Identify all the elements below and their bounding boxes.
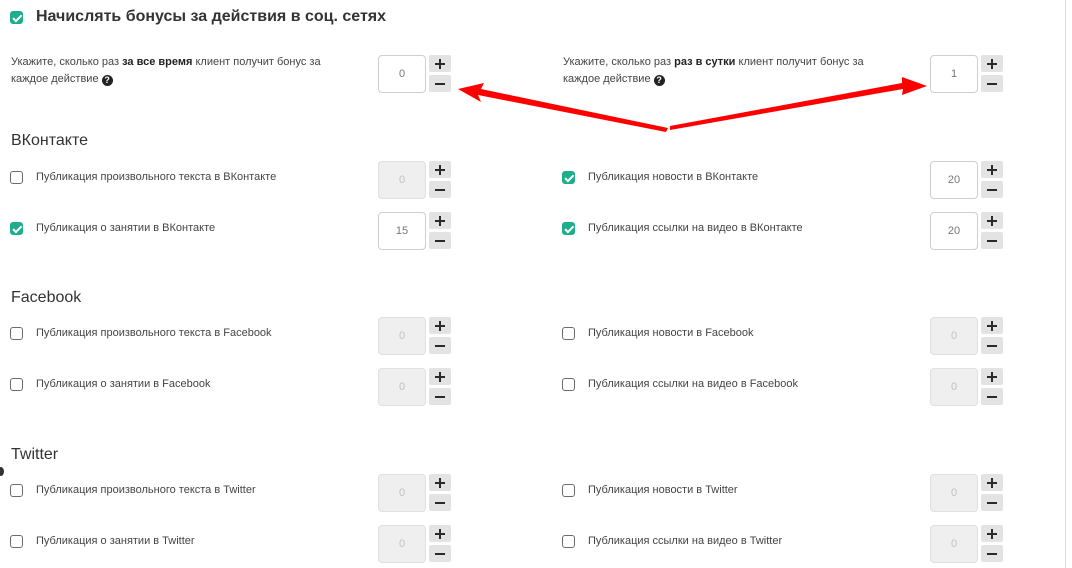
arrow-left xyxy=(458,83,668,132)
annotation-arrows xyxy=(458,77,927,132)
arrow-right xyxy=(670,77,927,130)
